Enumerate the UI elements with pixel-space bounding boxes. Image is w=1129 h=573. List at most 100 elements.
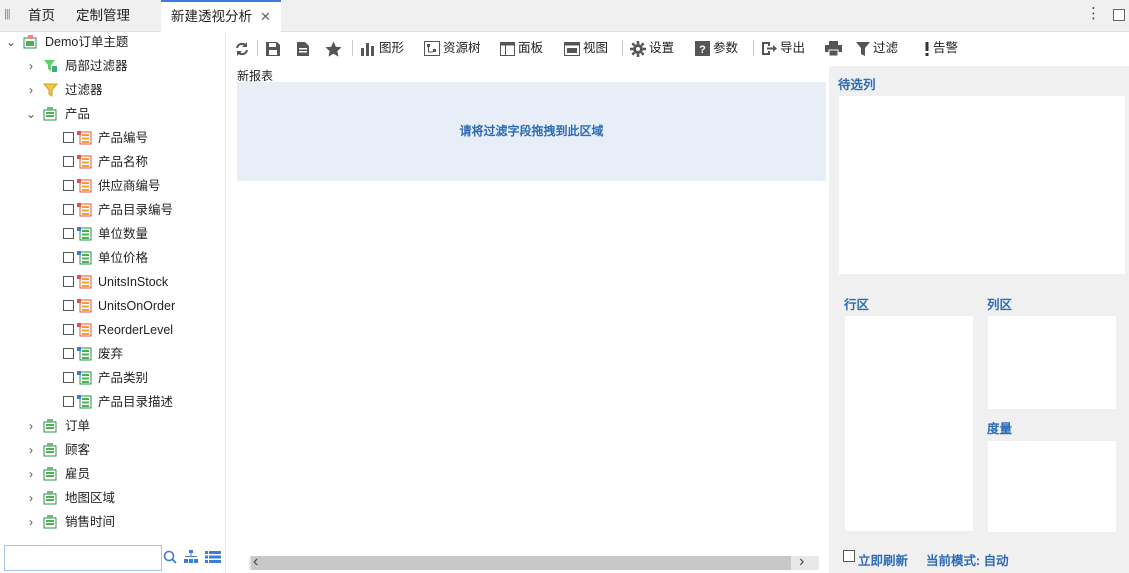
alert-button[interactable]: 告警 [924, 34, 958, 62]
field-checkbox[interactable] [63, 372, 74, 383]
chevron-down-icon[interactable]: ⌄ [6, 30, 16, 54]
field-label: UnitsInStock [98, 275, 169, 289]
export-button[interactable]: 导出 [761, 34, 805, 62]
field-checkbox[interactable] [63, 324, 74, 335]
field-label: 单位价格 [98, 251, 149, 265]
measure-list[interactable] [988, 441, 1116, 532]
tree-node-group[interactable]: › 雇员 [0, 462, 226, 486]
tree-field-item[interactable]: 产品目录描述 [0, 390, 226, 414]
toolbar-separator [352, 40, 353, 56]
tree-field-item[interactable]: 单位数量 [0, 222, 226, 246]
chevron-right-icon[interactable]: › [26, 486, 36, 510]
tree-field-item[interactable]: 产品编号 [0, 126, 226, 150]
tab-new-pivot-analysis[interactable]: 新建透视分析 ✕ [161, 0, 281, 32]
toolbar-separator [257, 40, 258, 56]
dimension-field-icon [77, 323, 92, 337]
filter-drop-zone[interactable]: 请将过滤字段拖拽到此区域 [237, 82, 826, 181]
save-as-button[interactable] [295, 34, 314, 62]
tree-node-filter[interactable]: › 过滤器 [0, 78, 226, 102]
search-icon[interactable] [163, 550, 177, 564]
tab-home[interactable]: 首页 [28, 0, 55, 32]
field-checkbox[interactable] [63, 156, 74, 167]
tree-node-local-filter[interactable]: › 局部过滤器 [0, 54, 226, 78]
scrollbar-thumb[interactable] [251, 556, 791, 570]
chevron-right-icon[interactable]: › [26, 462, 36, 486]
list-view-icon[interactable] [205, 551, 221, 563]
params-button[interactable]: ? 参数 [695, 34, 738, 62]
field-label: UnitsOnOrder [98, 299, 176, 313]
tree-node-group[interactable]: › 销售时间 [0, 510, 226, 534]
chevron-right-icon[interactable]: › [26, 510, 36, 534]
search-input[interactable] [4, 545, 162, 571]
refresh-button[interactable] [235, 34, 252, 62]
save-button[interactable] [265, 34, 284, 62]
more-vertical-icon[interactable]: ⋮ [1086, 6, 1101, 21]
resource-tree-panel: ⌄ Demo订单主题 › 局部过滤器 › 过滤器 ⌄ 产品 产品编号产品名称 供应… [0, 32, 226, 573]
table-icon [43, 491, 57, 505]
drag-grip-icon[interactable]: ||| [4, 8, 11, 20]
tree-field-item[interactable]: UnitsInStock [0, 270, 226, 294]
tree-node-product[interactable]: ⌄ 产品 [0, 102, 226, 126]
tree-field-item[interactable]: 产品类别 [0, 366, 226, 390]
tab-label: 新建透视分析 [171, 9, 252, 24]
tree-node-root[interactable]: ⌄ Demo订单主题 [0, 30, 226, 54]
chevron-down-icon[interactable]: ⌄ [26, 102, 36, 126]
tree-node-group[interactable]: › 地图区域 [0, 486, 226, 510]
tree-node-group[interactable]: › 顾客 [0, 438, 226, 462]
tree-field-item[interactable]: 产品目录编号 [0, 198, 226, 222]
candidates-list[interactable] [839, 96, 1125, 274]
gear-icon [630, 40, 646, 57]
field-checkbox[interactable] [63, 276, 74, 287]
close-icon[interactable]: ✕ [260, 9, 271, 24]
field-checkbox[interactable] [63, 300, 74, 311]
scroll-left-icon[interactable]: ‹ [253, 553, 258, 571]
export-icon [762, 42, 777, 56]
field-label: 产品目录描述 [98, 395, 174, 409]
favorite-button[interactable] [325, 34, 345, 62]
refresh-icon [236, 41, 248, 56]
tree-field-item[interactable]: 单位价格 [0, 246, 226, 270]
field-checkbox[interactable] [63, 180, 74, 191]
settings-button[interactable]: 设置 [630, 34, 674, 62]
refresh-now-checkbox[interactable] [843, 550, 855, 562]
tree-field-item[interactable]: 产品名称 [0, 150, 226, 174]
chevron-right-icon[interactable]: › [26, 438, 36, 462]
filter-button[interactable]: 过滤 [856, 34, 898, 62]
scroll-right-icon[interactable]: › [799, 553, 804, 571]
view-icon [564, 41, 580, 56]
alert-label: 告警 [933, 41, 959, 55]
field-checkbox[interactable] [63, 396, 74, 407]
tree-node-group[interactable]: › 订单 [0, 414, 226, 438]
tree-field-item[interactable]: 供应商编号 [0, 174, 226, 198]
panel-icon [500, 41, 515, 56]
measure-title: 度量 [987, 422, 1013, 436]
candidates-title: 待选列 [838, 78, 876, 92]
field-label: 产品编号 [98, 131, 149, 145]
field-label: 产品目录编号 [98, 203, 174, 217]
filter-folder-icon [43, 83, 58, 97]
maximize-icon[interactable] [1113, 9, 1125, 21]
field-checkbox[interactable] [63, 252, 74, 263]
bar-chart-icon [361, 42, 374, 56]
field-checkbox[interactable] [63, 228, 74, 239]
view-button[interactable]: 视图 [564, 34, 608, 62]
row-area-list[interactable] [845, 316, 973, 531]
print-button[interactable] [825, 34, 845, 62]
panel-button[interactable]: 面板 [500, 34, 543, 62]
tree-field-item[interactable]: ReorderLevel [0, 318, 226, 342]
tree-field-item[interactable]: 废弃 [0, 342, 226, 366]
chevron-right-icon[interactable]: › [26, 54, 36, 78]
tree-view-icon[interactable] [184, 550, 198, 564]
tab-custom-management[interactable]: 定制管理 [76, 0, 130, 32]
refresh-now-label[interactable]: 立即刷新 [858, 550, 908, 569]
chevron-right-icon[interactable]: › [26, 78, 36, 102]
field-checkbox[interactable] [63, 348, 74, 359]
field-checkbox[interactable] [63, 132, 74, 143]
field-checkbox[interactable] [63, 204, 74, 215]
chevron-right-icon[interactable]: › [26, 414, 36, 438]
col-area-list[interactable] [988, 316, 1116, 409]
tree-field-item[interactable]: UnitsOnOrder [0, 294, 226, 318]
tree-label: 过滤器 [65, 83, 103, 97]
resource-tree-button[interactable]: 资源树 [424, 34, 481, 62]
chart-button[interactable]: 图形 [360, 34, 404, 62]
